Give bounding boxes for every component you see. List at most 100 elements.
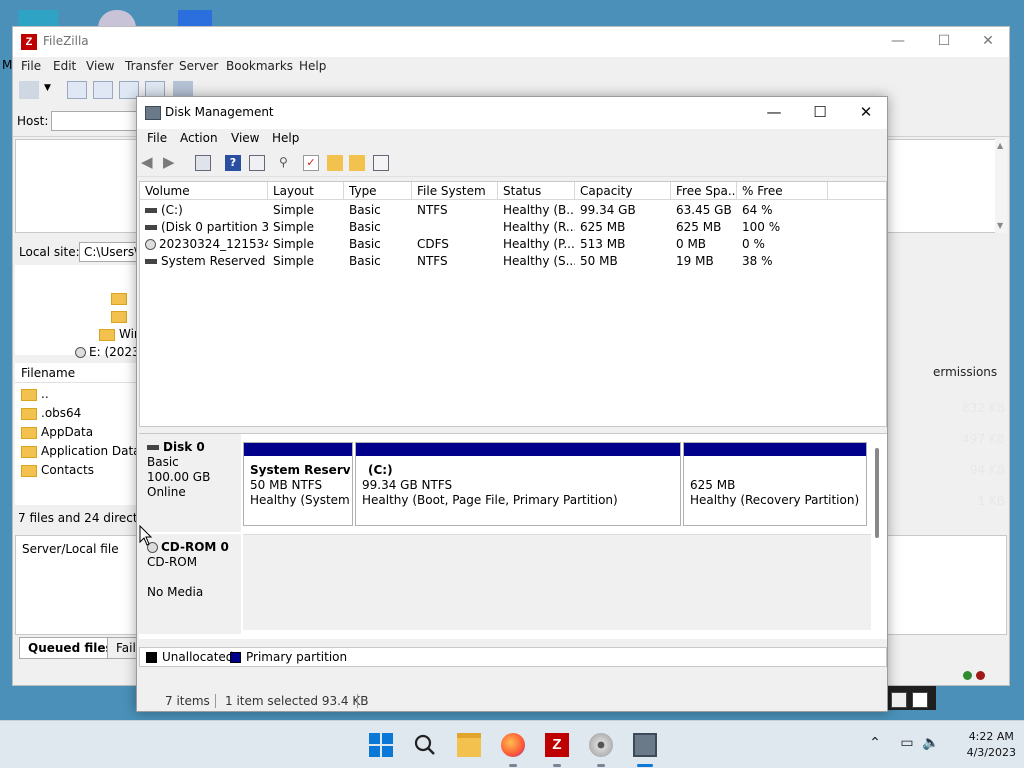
tree-item[interactable]: E: (2023 [75,345,140,361]
cell-type-text: Basic [349,203,381,217]
local-site-bar: Local site: C:\Users\ [15,241,149,263]
local-site-label: Local site: [19,245,80,259]
tree-item[interactable] [111,309,131,325]
permissions-column-header[interactable]: ermissions [933,365,997,379]
cell-free-space: 0 MB [671,237,737,251]
menu-view[interactable]: View [86,59,114,73]
check-icon[interactable]: ✓ [303,155,319,171]
status-items: 7 items [165,694,210,708]
close-button[interactable]: ✕ [965,27,1009,57]
disk0-label[interactable]: Disk 0 Basic 100.00 GB Online [139,434,241,532]
back-arrow-icon[interactable]: ◀ [141,155,157,171]
menu-edit[interactable]: Edit [53,59,76,73]
folder-icon [21,445,37,458]
cell-capacity: 50 MB [575,254,671,268]
menu-action[interactable]: Action [180,131,218,145]
properties-icon[interactable] [195,155,211,171]
file-name: .. [41,387,49,401]
column-type[interactable]: Type [344,182,412,200]
column-percent-free[interactable]: % Free [737,182,828,200]
maximize-button[interactable]: ☐ [921,27,967,57]
scroll-down-icon[interactable]: ▼ [997,221,1003,230]
file-size: 832 KB [962,401,1005,415]
menu-transfer[interactable]: Transfer [125,59,173,73]
help-icon[interactable]: ? [225,155,241,171]
table-row[interactable]: 20230324_121534 (... Simple Basic CDFS Healt… [140,236,886,253]
minimize-button[interactable]: — [751,97,797,127]
running-indicator [637,764,653,767]
column-layout[interactable]: Layout [268,182,344,200]
mouse-cursor-icon [139,525,153,546]
cell-capacity: 625 MB [575,220,671,234]
partition-status: Healthy (System, A [250,493,350,507]
minimize-button[interactable]: — [875,27,921,57]
connect-icon[interactable]: ⚲ [279,155,295,171]
list-item[interactable]: Contacts [21,463,94,481]
clock[interactable]: 4:22 AM 4/3/2023 [967,729,1016,761]
cell-percent-free-text: 64 % [742,203,773,217]
list-item[interactable]: .. [21,387,49,405]
host-label: Host: [17,114,49,128]
cell-percent-free-text: 0 % [742,237,765,251]
dvd-drive-icon[interactable] [589,733,613,757]
column-capacity[interactable]: Capacity [575,182,671,200]
menu-file[interactable]: File [21,59,41,73]
menu-bookmarks[interactable]: Bookmarks [226,59,293,73]
table-row[interactable]: (C:) Simple Basic NTFS Healthy (B... 99.34 GB… [140,202,886,219]
chevron-down-icon[interactable]: ▼ [44,83,51,93]
table-row[interactable]: (Disk 0 partition 3) Simple Basic Healthy (… [140,219,886,236]
partition-system-reserved[interactable]: System Reserved 50 MB NTFS Healthy (Syst… [243,442,353,526]
file-size: 497 KB [962,432,1005,446]
folder-search-icon[interactable] [349,155,365,171]
forward-arrow-icon[interactable]: ▶ [163,155,179,171]
cell-file-system-text: NTFS [417,203,448,217]
column-status[interactable]: Status [498,182,575,200]
list-item[interactable]: AppData [21,425,93,443]
tiles-view-icon[interactable] [912,692,928,708]
table-row[interactable]: System Reserved Simple Basic NTFS Healthy (S… [140,253,886,270]
maximize-button[interactable]: ☐ [797,97,843,127]
local-tree-icon[interactable] [93,81,113,99]
start-icon[interactable] [369,733,393,757]
disk-management-taskbar-icon[interactable] [633,733,657,757]
cdrom0-empty-area[interactable] [243,534,871,630]
cell-layout-text: Simple [273,237,314,251]
list-view-icon[interactable] [249,155,265,171]
filezilla-taskbar-icon[interactable]: Z [545,733,569,757]
menu-help[interactable]: Help [272,131,299,145]
details-view-icon[interactable] [891,692,907,708]
site-manager-icon[interactable] [19,81,39,99]
filename-header-label: Filename [21,366,76,380]
column-file-system[interactable]: File System [412,182,498,200]
menu-server[interactable]: Server [179,59,218,73]
menu-file[interactable]: File [147,131,167,145]
partition-recovery[interactable]: 625 MB Healthy (Recovery Partition) [683,442,867,526]
settings-list-icon[interactable] [373,155,389,171]
close-button[interactable]: ✕ [843,97,889,127]
volume-icon[interactable]: 🔈 [922,735,940,753]
queue-column-header[interactable]: Server/Local file [22,542,119,556]
list-item[interactable]: .obs64 [21,406,81,424]
file-name: AppData [41,425,94,439]
network-icon[interactable]: ▭ [898,735,916,753]
scroll-up-icon[interactable]: ▲ [997,141,1003,150]
list-item[interactable]: Application Data [21,444,141,462]
cell-capacity: 99.34 GB [575,203,671,217]
menu-view[interactable]: View [231,131,259,145]
column-free-space[interactable]: Free Spa... [671,182,737,200]
firefox-icon[interactable] [501,733,525,757]
file-explorer-icon[interactable] [457,733,481,757]
graphical-view-scrollbar[interactable] [875,448,879,538]
message-log-scrollbar[interactable]: ▲ ▼ [995,139,1007,233]
message-log-icon[interactable] [67,81,87,99]
partition-c-drive[interactable]: (C:) 99.34 GB NTFS Healthy (Boot, Page F… [355,442,681,526]
filename-column-header[interactable]: Filename [15,363,140,383]
tree-item[interactable] [111,291,131,307]
column-volume[interactable]: Volume [140,182,268,200]
file-name: .obs64 [41,406,82,420]
folder-up-icon[interactable] [327,155,343,171]
cdrom0-label[interactable]: CD-ROM 0 CD-ROM No Media [139,534,241,634]
menu-help[interactable]: Help [299,59,326,73]
search-icon[interactable] [413,733,437,757]
chevron-up-icon[interactable]: ⌃ [866,735,884,753]
